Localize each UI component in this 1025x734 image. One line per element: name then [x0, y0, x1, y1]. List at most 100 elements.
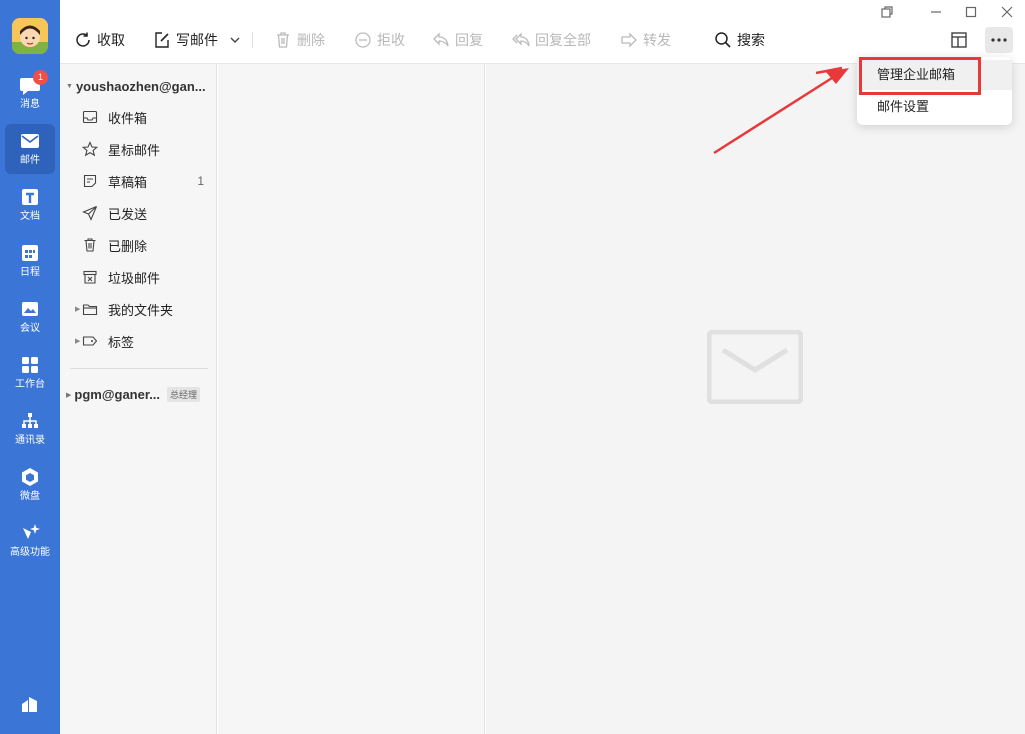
pin-window-icon[interactable]: [879, 4, 895, 20]
account-divider: [70, 368, 208, 369]
folder-label: 星标邮件: [108, 142, 161, 158]
block-icon: [355, 32, 371, 48]
reject-button[interactable]: 拒收: [354, 28, 405, 52]
tag-icon: [82, 336, 98, 346]
nav-item-messages[interactable]: 1 消息: [5, 68, 55, 118]
search-icon: [715, 32, 731, 48]
mail-icon: [21, 134, 39, 148]
folder-label: 我的文件夹: [108, 302, 174, 318]
caret-down-icon: ▼: [66, 83, 73, 90]
account-header-secondary[interactable]: ▶ pgm@ganer... 总经理: [66, 387, 201, 402]
nav-label: 工作台: [15, 379, 45, 390]
nav-item-meeting[interactable]: 会议: [5, 292, 55, 342]
delete-button[interactable]: 删除: [274, 28, 325, 52]
draft-count: 1: [197, 174, 204, 188]
avatar[interactable]: [12, 18, 48, 54]
empty-mail-icon: [707, 330, 803, 404]
reply-icon: [433, 32, 449, 47]
draft-icon: [83, 174, 97, 188]
folder-deleted[interactable]: 已删除: [82, 234, 210, 256]
receive-button[interactable]: 收取: [74, 28, 125, 52]
forward-icon: [621, 32, 637, 48]
reply-all-label: 回复全部: [535, 32, 591, 48]
role-tag: 总经理: [167, 387, 201, 402]
drive-icon: [22, 468, 38, 486]
folder-drafts[interactable]: 草稿箱 1: [82, 170, 210, 192]
nav-item-contacts[interactable]: 通讯录: [5, 404, 55, 454]
account-name: pgm@ganer...: [74, 387, 161, 402]
search-label: 搜索: [737, 32, 765, 48]
layout-icon[interactable]: [950, 31, 968, 49]
reject-label: 拒收: [377, 32, 405, 48]
star-icon: [82, 141, 98, 157]
mail-list-pane: [218, 64, 485, 734]
nav-item-calendar[interactable]: 日程: [5, 236, 55, 286]
folder-tags[interactable]: ▶ 标签: [75, 330, 210, 352]
forward-button[interactable]: 转发: [620, 28, 671, 52]
folder-label: 已发送: [108, 206, 148, 222]
nav-item-mail[interactable]: 邮件: [5, 124, 55, 174]
trash-icon: [84, 238, 96, 252]
account-header-primary[interactable]: ▼ youshaozhen@gan...: [66, 79, 206, 94]
document-icon: [22, 189, 38, 205]
folder-inbox[interactable]: 收件箱: [82, 106, 210, 128]
menu-item-mail-settings[interactable]: 邮件设置: [857, 92, 1012, 122]
more-button[interactable]: [985, 27, 1013, 53]
folder-label: 标签: [108, 334, 135, 350]
close-icon[interactable]: [999, 4, 1015, 20]
nav-label: 会议: [20, 323, 40, 334]
nav-label: 消息: [20, 99, 40, 110]
annotation-highlight-box: [859, 57, 981, 95]
spam-box-icon: [83, 270, 97, 284]
nav-label: 日程: [20, 267, 40, 278]
toolbar-divider: [252, 32, 253, 48]
caret-right-icon[interactable]: ▶: [75, 337, 80, 345]
org-chart-icon: [22, 413, 38, 428]
more-dots-icon: [991, 38, 1007, 42]
folder-icon: [82, 304, 98, 316]
toolbar: 收取 写邮件 删除 拒收 回复 回复全部 转发 搜索: [60, 0, 1025, 64]
caret-right-icon: ▶: [66, 391, 72, 399]
compose-label: 写邮件: [176, 32, 218, 48]
nav-item-docs[interactable]: 文档: [5, 180, 55, 230]
forward-label: 转发: [643, 32, 671, 48]
avatar-image: [12, 18, 48, 54]
refresh-icon: [76, 32, 90, 47]
folder-sent[interactable]: 已发送: [82, 202, 210, 224]
reply-button[interactable]: 回复: [432, 28, 483, 52]
delete-label: 删除: [297, 32, 325, 48]
nav-label: 邮件: [20, 155, 40, 166]
search-button[interactable]: 搜索: [714, 28, 765, 52]
reply-all-button[interactable]: 回复全部: [512, 28, 591, 52]
caret-right-icon[interactable]: ▶: [75, 305, 80, 313]
left-nav: 1 消息 邮件 文档 日程 会议 工作台 通讯录 微盘 高级功能: [0, 0, 60, 734]
building-icon[interactable]: [20, 694, 40, 714]
nav-label: 高级功能: [10, 547, 50, 558]
grid-icon: [22, 357, 38, 373]
inbox-icon: [82, 110, 98, 124]
meeting-icon: [22, 302, 38, 316]
folder-label: 草稿箱: [108, 174, 148, 190]
folder-label: 收件箱: [108, 110, 148, 126]
reply-label: 回复: [455, 32, 483, 48]
reading-pane: [486, 64, 1025, 734]
nav-label: 微盘: [20, 491, 40, 502]
calendar-icon: [22, 245, 38, 261]
nav-label: 文档: [20, 211, 40, 222]
minimize-icon[interactable]: [928, 4, 944, 20]
trash-icon: [277, 32, 289, 48]
folder-label: 垃圾邮件: [108, 270, 161, 286]
folder-starred[interactable]: 星标邮件: [82, 138, 210, 160]
nav-item-advanced[interactable]: 高级功能: [5, 516, 55, 566]
nav-item-workbench[interactable]: 工作台: [5, 348, 55, 398]
maximize-icon[interactable]: [963, 4, 979, 20]
nav-item-drive[interactable]: 微盘: [5, 460, 55, 510]
sparkle-icon: [23, 524, 40, 539]
folder-my-folders[interactable]: ▶ 我的文件夹: [75, 298, 210, 320]
compose-button[interactable]: 写邮件: [153, 28, 241, 52]
folder-spam[interactable]: 垃圾邮件: [82, 266, 210, 288]
send-icon: [82, 205, 98, 221]
receive-label: 收取: [97, 32, 125, 48]
chevron-down-icon[interactable]: [229, 34, 241, 46]
folder-panel: ▼ youshaozhen@gan... 收件箱 星标邮件 草稿箱 1 已发送 …: [60, 64, 217, 734]
